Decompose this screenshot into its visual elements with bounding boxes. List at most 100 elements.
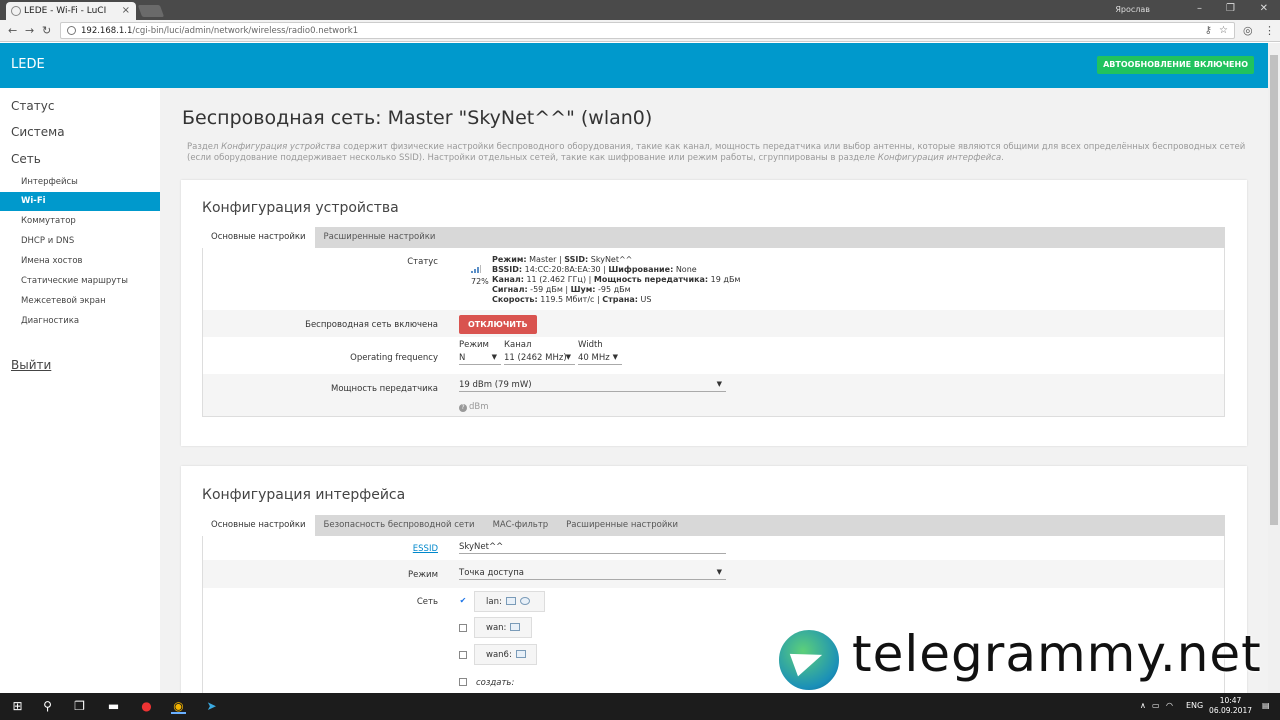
tab-advanced-settings[interactable]: Расширенные настройки [315,227,445,248]
chevron-down-icon: ▼ [612,353,618,361]
close-tab-icon[interactable]: × [122,5,130,16]
device-config-tabs: Основные настройки Расширенные настройки [202,227,1225,248]
ethernet-icon [505,597,516,605]
network-wan-checkbox[interactable] [459,624,467,632]
ethernet-icon [515,650,526,658]
watermark-text: telegrammy.net [852,625,1262,683]
extension-icon[interactable]: ◎ [1243,24,1253,37]
reload-icon[interactable]: ↻ [42,24,51,37]
key-icon[interactable]: ⚷ [1205,25,1212,36]
mode-label: Режим [408,570,438,580]
status-row: Статус 72% Режим: Master | SSID: SkyNet^… [203,248,1224,310]
paper-plane-icon [789,643,827,677]
logout-link[interactable]: Выйти [11,358,51,372]
forward-icon[interactable]: → [25,24,34,37]
chevron-down-icon: ▼ [716,380,722,388]
operating-frequency-label: Operating frequency [350,353,438,363]
tray-chevron-icon[interactable]: ∧ [1140,701,1146,710]
tab-wireless-security[interactable]: Безопасность беспроводной сети [315,515,484,536]
essid-label[interactable]: ESSID [413,544,438,554]
freq-mode-select[interactable]: N ▼ [459,350,501,365]
network-wan6-option[interactable]: wan6: [474,644,537,665]
bookmark-star-icon[interactable]: ☆ [1219,25,1228,36]
wifi-icon [519,597,530,605]
sidebar-item-switch[interactable]: Коммутатор [0,212,160,231]
brand-logo[interactable]: LEDE [11,57,45,72]
essid-input[interactable]: SkyNet^^ [459,539,726,554]
help-icon: ? [459,404,467,412]
sidebar-item-interfaces[interactable]: Интерфейсы [0,173,160,192]
freq-width-select[interactable]: 40 MHz ▼ [578,350,622,365]
sidebar-item-firewall[interactable]: Межсетевой экран [0,292,160,311]
scrollbar-thumb[interactable] [1270,55,1278,525]
browser-menu-icon[interactable]: ⋮ [1264,24,1275,37]
ethernet-icon [510,623,521,631]
essid-row: ESSID SkyNet^^ [203,536,1224,560]
url-path: /cgi-bin/luci/admin/network/wireless/rad… [132,26,359,36]
file-explorer-icon[interactable]: ▬ [106,699,121,714]
sidebar-item-status[interactable]: Статус [11,99,54,113]
freq-width-label: Width [578,340,603,350]
close-window-icon[interactable]: ✕ [1260,3,1268,14]
network-lan-option[interactable]: lan: [474,591,545,612]
main-content: Беспроводная сеть: Master "SkyNet^^" (wl… [160,88,1268,693]
txpower-select[interactable]: 19 dBm (79 mW) ▼ [459,377,726,392]
enable-row: Беспроводная сеть включена ОТКЛЮЧИТЬ [203,310,1224,337]
network-wan6-checkbox[interactable] [459,651,467,659]
chevron-down-icon: ▼ [491,353,497,361]
search-icon[interactable]: ⚲ [40,699,55,714]
task-view-icon[interactable]: ❐ [72,699,87,714]
page-favicon-icon [11,6,21,16]
freq-channel-select[interactable]: 11 (2462 MHz) ▼ [504,350,575,365]
signal-percent: 72% [471,277,489,286]
taskbar-clock[interactable]: 10:47 06.09.2017 [1209,696,1252,716]
network-create-checkbox[interactable] [459,678,467,686]
minimize-icon[interactable]: – [1197,3,1202,14]
device-config-panel: Статус 72% Режим: Master | SSID: SkyNet^… [202,248,1225,417]
wifi-tray-icon[interactable]: ◠ [1166,701,1173,710]
txpower-label: Мощность передатчика [331,384,438,394]
sidebar-item-diagnostics[interactable]: Диагностика [0,312,160,331]
sidebar-item-static-routes[interactable]: Статические маршруты [0,272,160,291]
info-icon[interactable] [67,26,76,35]
notifications-icon[interactable]: ▤ [1262,701,1270,710]
new-tab-button[interactable] [137,5,165,17]
sidebar-item-system[interactable]: Система [11,125,65,139]
txpower-hint: ? dBm [459,402,489,412]
battery-icon[interactable]: ▭ [1152,701,1160,710]
tab-mac-filter[interactable]: MAC-фильтр [484,515,558,536]
tab-iface-basic[interactable]: Основные настройки [202,515,315,536]
sidebar-item-hostnames[interactable]: Имена хостов [0,252,160,271]
address-bar[interactable]: 192.168.1.1/cgi-bin/luci/admin/network/w… [60,22,1235,39]
device-config-heading: Конфигурация устройства [202,200,399,216]
windows-start-icon[interactable]: ⊞ [10,699,25,714]
keyboard-language[interactable]: ENG [1186,701,1203,710]
disable-button[interactable]: ОТКЛЮЧИТЬ [459,315,537,334]
chrome-icon[interactable]: ◉ [171,699,186,714]
mode-row: Режим Точка доступа ▼ [203,560,1224,588]
network-wan-option[interactable]: wan: [474,617,532,638]
network-create-label: создать: [476,678,515,688]
os-taskbar: ⊞ ⚲ ❐ ▬ ● ◉ ➤ ∧ ▭ ◠ ENG 10:47 06.09.2017 … [0,693,1280,720]
tab-basic-settings[interactable]: Основные настройки [202,227,315,248]
iface-config-heading: Конфигурация интерфейса [202,487,406,503]
freq-channel-label: Канал [504,340,532,350]
sidebar-item-wifi[interactable]: Wi-Fi [0,192,160,211]
url-host: 192.168.1.1 [81,26,133,36]
sidebar-item-network[interactable]: Сеть [11,152,41,166]
browser-tab[interactable]: LEDE - Wi-Fi - LuCI × [6,2,136,20]
window-user-name[interactable]: Ярослав [1115,5,1150,14]
sidebar-item-dhcp-dns[interactable]: DHCP и DNS [0,232,160,251]
network-lan-checkbox[interactable]: ✔ [459,597,467,605]
browser-toolbar: ← → ↻ 192.168.1.1/cgi-bin/luci/admin/net… [0,20,1280,42]
maximize-icon[interactable]: ❐ [1226,3,1235,14]
device-config-card: Конфигурация устройства Основные настрой… [181,180,1247,446]
status-label: Статус [407,257,438,267]
tab-iface-advanced[interactable]: Расширенные настройки [557,515,687,536]
telegram-icon[interactable]: ➤ [204,699,219,714]
page-scrollbar[interactable] [1268,43,1280,693]
mode-select[interactable]: Точка доступа ▼ [459,565,726,580]
back-icon[interactable]: ← [8,24,17,37]
opera-icon[interactable]: ● [139,699,154,714]
autorefresh-toggle[interactable]: АВТООБНОВЛЕНИЕ ВКЛЮЧЕНО [1097,56,1254,74]
